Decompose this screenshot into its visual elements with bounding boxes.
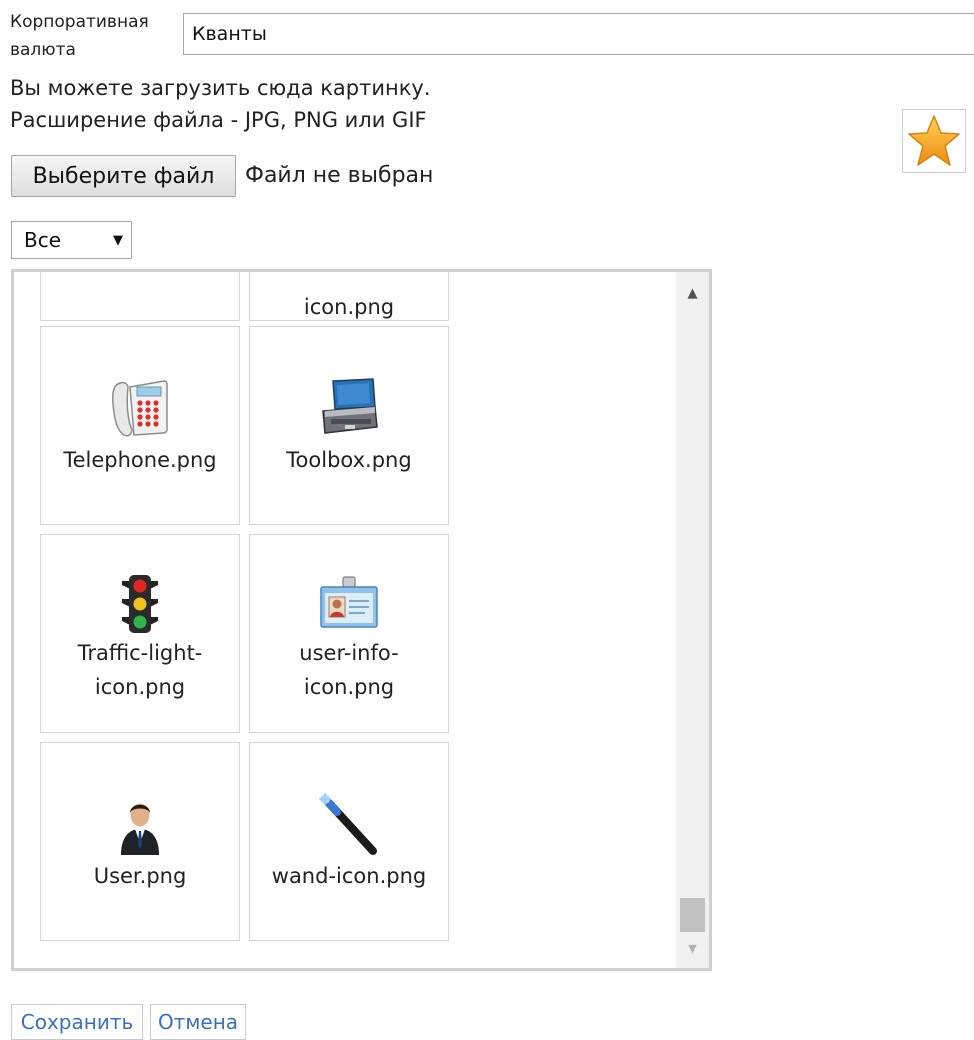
icon-grid: icon.png Telephone.png Toolbox.png Traff… [14, 272, 676, 968]
icon-file-name: User.png [93, 864, 187, 888]
icon-file-name-line1: Traffic-light- [77, 641, 203, 665]
toolbox-icon [322, 378, 378, 434]
category-select[interactable]: Все ▼ [11, 221, 132, 259]
scroll-thumb[interactable] [680, 898, 705, 932]
icon-cell[interactable]: User.png [40, 742, 240, 941]
icon-cell[interactable]: wand-icon.png [249, 742, 449, 941]
icon-gallery[interactable]: icon.png Telephone.png Toolbox.png Traff… [11, 269, 712, 971]
traffic-light-icon [122, 575, 158, 633]
currency-input[interactable] [183, 13, 974, 55]
user-info-icon [320, 576, 378, 628]
icon-file-name: Toolbox.png [286, 448, 412, 472]
scroll-down-arrow-icon[interactable]: ▼ [676, 928, 709, 968]
wand-icon [319, 793, 377, 855]
icon-cell[interactable]: Toolbox.png [249, 326, 449, 525]
image-preview [902, 109, 966, 173]
icon-file-name: Telephone.png [63, 448, 217, 472]
icon-cell[interactable] [40, 272, 240, 321]
file-status: Файл не выбран [245, 163, 434, 188]
icon-file-name: icon.png [303, 295, 395, 319]
user-icon [121, 803, 159, 855]
icon-file-name-line2: icon.png [94, 675, 186, 699]
scroll-up-arrow-icon[interactable]: ▲ [676, 272, 709, 314]
icon-file-name: wand-icon.png [271, 864, 427, 888]
icon-file-name-line2: icon.png [303, 675, 395, 699]
star-icon [908, 115, 960, 166]
choose-file-button[interactable]: Выберите файл [11, 155, 236, 197]
save-button[interactable]: Сохранить [11, 1004, 143, 1040]
caret-down-icon: ▼ [113, 232, 123, 248]
currency-label: Корпоративная валюта [10, 12, 149, 60]
cancel-button[interactable]: Отмена [150, 1004, 246, 1040]
icon-cell[interactable]: icon.png [249, 272, 449, 321]
file-extension-hint: Расширение файла - JPG, PNG или GIF [10, 108, 427, 132]
upload-hint: Вы можете загрузить сюда картинку. [10, 76, 431, 100]
icon-cell[interactable]: Traffic-light- icon.png [40, 534, 240, 733]
category-select-value: Все [24, 228, 62, 252]
gallery-scrollbar[interactable]: ▲ ▼ [676, 272, 709, 968]
icon-cell[interactable]: Telephone.png [40, 326, 240, 525]
icon-file-name-line1: user-info- [299, 641, 399, 665]
telephone-icon [112, 380, 168, 437]
icon-cell[interactable]: user-info- icon.png [249, 534, 449, 733]
